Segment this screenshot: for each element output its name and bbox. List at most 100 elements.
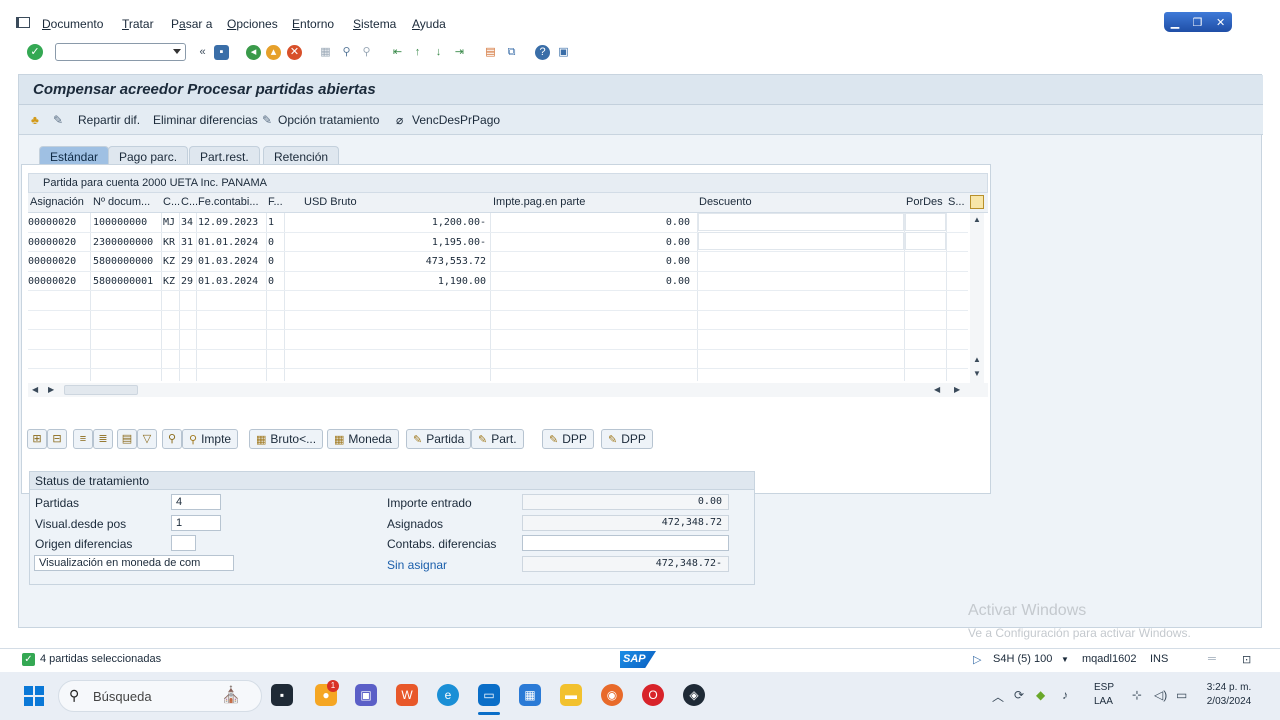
maximize-icon[interactable]: ❐ (1193, 16, 1203, 29)
panel-icon[interactable]: ═ (1208, 653, 1216, 665)
partidas-field[interactable]: 4 (171, 494, 221, 510)
horizontal-scrollbar[interactable]: ◀ ▶ ◀ ▶ (28, 383, 988, 397)
eliminar-button[interactable]: Eliminar diferencias (153, 113, 258, 127)
clock-time[interactable]: 3:24 p. m. (1202, 682, 1256, 693)
bruto-button[interactable]: ▦ Bruto<... (249, 429, 324, 449)
tab-part-rest[interactable]: Part.rest. (189, 146, 260, 166)
sort-descending-icon[interactable]: ≣ (93, 429, 113, 449)
header-clase[interactable]: C... (163, 196, 180, 208)
command-field[interactable] (55, 43, 186, 61)
menu-ayuda[interactable]: Ayuda (412, 17, 446, 31)
header-fecha-contab[interactable]: Fe.contabi... (198, 196, 266, 208)
clock-date[interactable]: 2/03/2024 (1202, 696, 1256, 707)
save-icon[interactable]: ▪ (214, 45, 229, 60)
menu-sistema[interactable]: Sistema (353, 17, 396, 31)
layout-settings-icon[interactable] (970, 195, 984, 209)
scroll-down-icon[interactable]: ▼ (973, 369, 981, 378)
menu-tratar[interactable]: Tratar (122, 17, 154, 31)
app-icon-3[interactable]: ◈ (683, 684, 705, 706)
enter-check-icon[interactable]: ✓ (27, 44, 43, 60)
deselect-all-icon[interactable]: ⊟ (47, 429, 67, 449)
header-clave[interactable]: C... (181, 196, 198, 208)
opcion-button[interactable]: Opción tratamiento (278, 113, 379, 127)
app-icon-1[interactable]: ▪ (271, 684, 293, 706)
teams-icon[interactable]: ▣ (355, 684, 377, 706)
opera-icon[interactable]: O (642, 684, 664, 706)
windows-start-icon[interactable] (24, 686, 44, 706)
chevron-up-icon[interactable]: ︿ (992, 688, 1004, 705)
firefox-icon[interactable]: ◉ (601, 684, 623, 706)
network-icon[interactable]: ⊹ (1132, 688, 1142, 702)
people-icon[interactable]: ♣ (31, 113, 45, 127)
folder-icon[interactable]: ▬ (560, 684, 582, 706)
shield-icon[interactable]: ◆ (1036, 688, 1045, 702)
header-num-documento[interactable]: Nº docum... (93, 196, 161, 208)
sap-logon-icon[interactable]: ▭ (478, 684, 500, 706)
find-next-icon[interactable]: ⚲ (359, 45, 374, 60)
filter-icon[interactable]: ▽ (137, 429, 157, 449)
part-button[interactable]: ✎ Part. (471, 429, 524, 449)
select-all-icon[interactable]: ⊞ (27, 429, 47, 449)
battery-icon[interactable]: ▭ (1176, 688, 1187, 702)
menu-entorno[interactable]: Entorno (292, 17, 334, 31)
scroll-right-icon[interactable]: ▶ (954, 385, 960, 394)
empty-set-icon[interactable]: ⌀ (396, 113, 410, 127)
chevron-down-icon[interactable]: ▼ (1061, 655, 1069, 664)
microphone-icon[interactable]: ♪ (1062, 688, 1068, 702)
visual-desde-field[interactable]: 1 (171, 515, 221, 531)
descuento-input[interactable] (698, 213, 904, 231)
edge-icon[interactable]: e (437, 684, 459, 706)
menu-pasar-a[interactable]: Pasar a (171, 17, 212, 31)
sort-ascending-icon[interactable]: ≡ (73, 429, 93, 449)
scroll-right-icon[interactable]: ▶ (48, 385, 54, 394)
exit-icon[interactable]: ▴ (266, 45, 281, 60)
tab-pago-parc[interactable]: Pago parc. (108, 146, 189, 166)
double-left-icon[interactable]: « (195, 45, 210, 60)
back-icon[interactable]: ◂ (246, 45, 261, 60)
menu-documento[interactable]: Documento (42, 17, 103, 31)
pordes-input[interactable] (905, 232, 946, 250)
repartir-button[interactable]: Repartir dif. (78, 113, 140, 127)
contabs-field[interactable] (522, 535, 729, 551)
next-page-icon[interactable]: ↓ (431, 45, 446, 60)
system-info[interactable]: S4H (5) 100 (993, 653, 1052, 665)
close-icon[interactable]: ✕ (1216, 16, 1225, 29)
venc-button[interactable]: VencDesPrPago (412, 113, 500, 127)
help-icon[interactable]: ? (535, 45, 550, 60)
minimize-icon[interactable]: ▁ (1171, 16, 1179, 29)
print-icon[interactable]: ▦ (318, 45, 333, 60)
descuento-input[interactable] (698, 232, 904, 250)
store-icon[interactable]: ▦ (519, 684, 541, 706)
pordes-input[interactable] (905, 213, 946, 231)
keyboard-layout[interactable]: LAA (1094, 696, 1113, 707)
partida-button[interactable]: ✎ Partida (406, 429, 472, 449)
previous-page-icon[interactable]: ↑ (410, 45, 425, 60)
play-icon[interactable]: ▷ (973, 653, 981, 666)
chevron-down-icon[interactable] (173, 49, 181, 54)
find-icon[interactable]: ⚲ (339, 45, 354, 60)
tab-retencion[interactable]: Retención (263, 146, 340, 166)
language-code[interactable]: ESP (1094, 682, 1114, 693)
header-s[interactable]: S... (948, 196, 966, 208)
scroll-left-icon[interactable]: ◀ (934, 385, 940, 394)
edit-icon[interactable]: ✎ (53, 113, 67, 127)
sync-icon[interactable]: ⟳ (1014, 688, 1024, 702)
tab-estandar[interactable]: Estándar (39, 146, 110, 166)
print-list-icon[interactable]: ▤ (117, 429, 137, 449)
menu-window-icon[interactable] (16, 17, 30, 28)
shortcut-icon[interactable]: ⧉ (504, 45, 519, 60)
moneda-button[interactable]: ▦ Moneda (327, 429, 399, 449)
menu-opciones[interactable]: Opciones (227, 17, 278, 31)
origen-field[interactable] (171, 535, 196, 551)
search-icon[interactable]: ⚲ (162, 429, 182, 449)
header-descuento[interactable]: Descuento (699, 196, 899, 208)
impte-button[interactable]: ⚲ Impte (182, 429, 239, 449)
pencil-icon[interactable]: ✎ (262, 113, 276, 127)
header-pordes[interactable]: PorDes (906, 196, 946, 208)
vertical-scrollbar[interactable]: ▲ ▲ ▼ (970, 213, 984, 383)
scroll-left-icon[interactable]: ◀ (32, 385, 38, 394)
moneda-display[interactable]: Visualización en moneda de com (34, 555, 234, 571)
new-session-icon[interactable]: ▤ (483, 45, 498, 60)
scroll-up-icon[interactable]: ▲ (973, 355, 981, 364)
header-f[interactable]: F... (268, 196, 284, 208)
